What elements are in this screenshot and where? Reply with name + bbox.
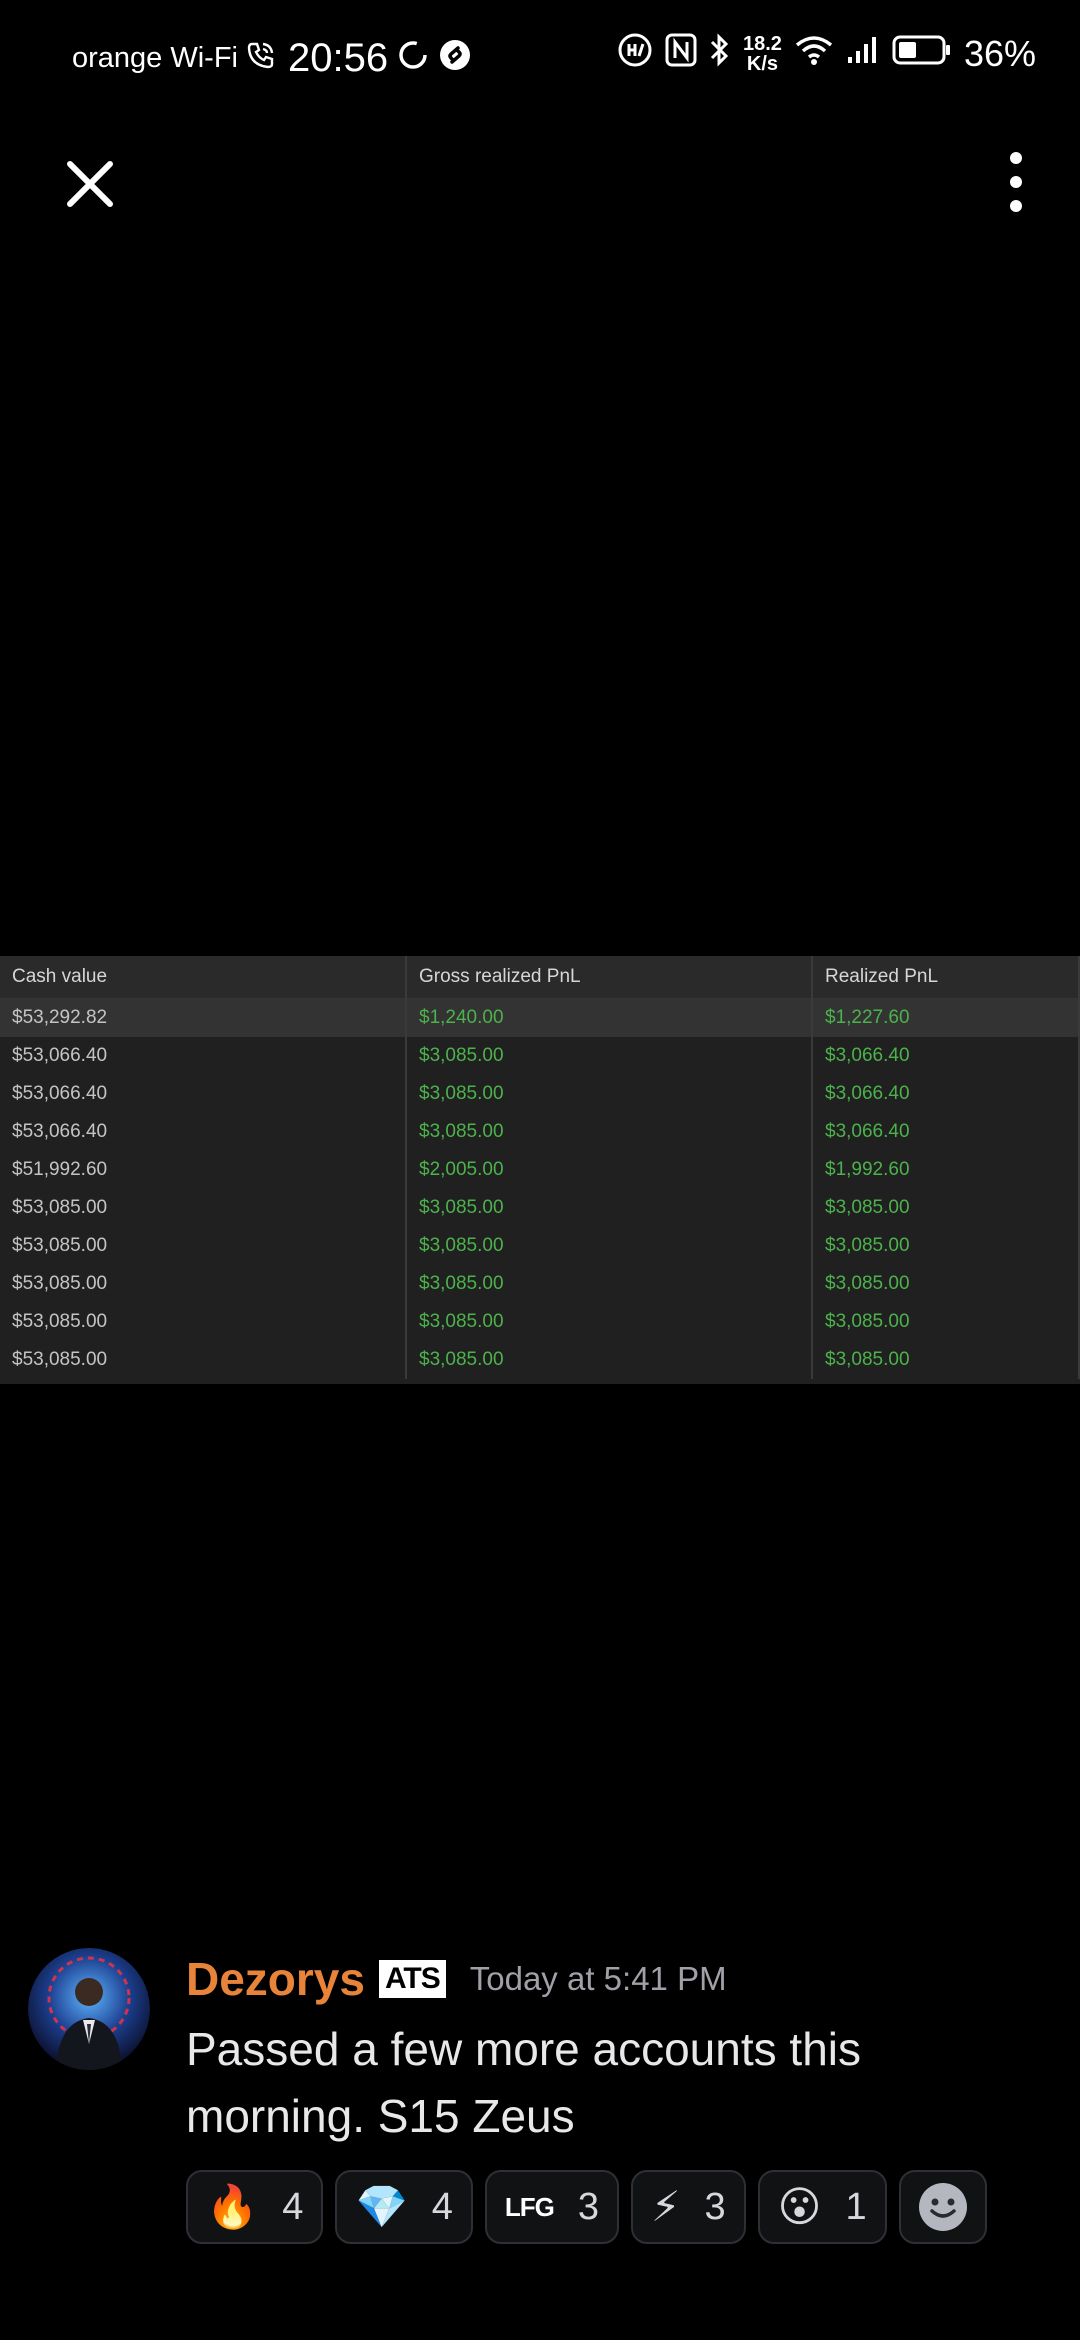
reaction-count: 4 — [282, 2185, 304, 2228]
table-row: $53,085.00 $3,085.00 $3,085.00 — [0, 1341, 1080, 1379]
cash-value-cell: $53,066.40 — [0, 1113, 407, 1151]
realized-pnl-cell: $3,066.40 — [812, 1037, 1080, 1075]
realized-pnl-cell: $3,085.00 — [812, 1303, 1080, 1341]
clock: 20:56 — [288, 36, 389, 80]
table-row: $53,085.00 $3,085.00 $3,085.00 — [0, 1303, 1080, 1341]
reaction-count: 1 — [845, 2185, 867, 2228]
table-row: $51,992.60 $2,005.00 $1,992.60 — [0, 1151, 1080, 1189]
realized-pnl-cell: $3,085.00 — [812, 1341, 1080, 1379]
reaction-count: 4 — [431, 2185, 453, 2228]
gross-pnl-cell: $3,085.00 — [406, 1341, 813, 1379]
reaction-green-gem[interactable]: 💎 4 — [335, 2170, 473, 2244]
network-speed-unit: K/s — [746, 53, 779, 75]
realized-pnl-cell: $1,227.60 — [812, 998, 1080, 1037]
realized-pnl-cell: $1,992.60 — [812, 1151, 1080, 1189]
status-bar: orange Wi-Fi 20:56 18.2 K/s 36% — [0, 0, 1080, 120]
table-row: $53,066.40 $3,085.00 $3,066.40 — [0, 1075, 1080, 1113]
realized-pnl-cell: $3,085.00 — [812, 1265, 1080, 1303]
cell-signal-icon — [846, 35, 880, 73]
reaction-count: 3 — [704, 2185, 726, 2228]
more-options-button[interactable] — [988, 150, 1044, 214]
cash-value-cell: $51,992.60 — [0, 1151, 407, 1189]
cash-value-cell: $53,085.00 — [0, 1189, 407, 1227]
table-row: $53,066.40 $3,085.00 $3,066.40 — [0, 1037, 1080, 1075]
fire-emoji-icon: 🔥 — [206, 2183, 259, 2230]
gross-pnl-cell: $1,240.00 — [406, 998, 813, 1037]
reaction-surprised[interactable]: 😮 1 — [757, 2170, 887, 2244]
reaction-count: 3 — [577, 2185, 600, 2228]
network-speed-value: 18.2 — [743, 33, 782, 55]
carrier-label: orange Wi-Fi — [72, 42, 238, 74]
gross-pnl-cell: $3,085.00 — [406, 1037, 813, 1075]
more-vertical-icon — [1010, 152, 1022, 212]
header-gross-realized-pnl: Gross realized PnL — [406, 956, 813, 999]
realized-pnl-cell: $3,085.00 — [812, 1227, 1080, 1265]
wifi-icon — [794, 33, 834, 75]
username[interactable]: Dezorys — [186, 1952, 365, 2006]
data-saver-icon — [617, 32, 653, 76]
network-speed: 18.2 K/s — [743, 34, 782, 74]
add-reaction-smiley-icon — [918, 2183, 967, 2231]
gross-pnl-cell: $3,085.00 — [406, 1303, 813, 1341]
lightning-emoji-icon: ⚡ — [651, 2183, 681, 2230]
table-row: $53,085.00 $3,085.00 $3,085.00 — [0, 1189, 1080, 1227]
shazam-icon — [438, 38, 472, 80]
wifi-calling-icon — [246, 40, 276, 78]
nfc-icon — [665, 33, 697, 75]
lfg-emoji-icon: LFG — [504, 2192, 555, 2222]
table-row: $53,085.00 $3,085.00 $3,085.00 — [0, 1227, 1080, 1265]
green-gem-emoji-icon: 💎 — [355, 2183, 408, 2230]
bluetooth-icon — [709, 33, 731, 75]
surprised-face-emoji-icon: 😮 — [777, 2183, 822, 2230]
close-icon — [67, 161, 113, 207]
avatar[interactable] — [28, 1948, 150, 2070]
battery-icon — [892, 34, 952, 74]
cash-value-cell: $53,085.00 — [0, 1227, 407, 1265]
attachment-image[interactable]: Cash value Gross realized PnL Realized P… — [0, 956, 1080, 1384]
user-avatar-image — [28, 1948, 150, 2070]
battery-percent: 36% — [963, 33, 1036, 74]
gross-pnl-cell: $3,085.00 — [406, 1189, 813, 1227]
reaction-fire[interactable]: 🔥 4 — [186, 2170, 324, 2244]
gross-pnl-cell: $2,005.00 — [406, 1151, 813, 1189]
gross-pnl-cell: $3,085.00 — [406, 1113, 813, 1151]
message-text-line: morning. S15 Zeus — [186, 2090, 575, 2142]
realized-pnl-cell: $3,066.40 — [812, 1113, 1080, 1151]
server-tag-badge[interactable]: ATS — [378, 1960, 446, 1998]
close-button[interactable] — [62, 156, 118, 212]
table-row: $53,085.00 $3,085.00 $3,085.00 — [0, 1265, 1080, 1303]
reactions-bar: 🔥 4 💎 4 LFG 3 ⚡ 3 😮 1 — [186, 2170, 987, 2244]
table-header-row: Cash value Gross realized PnL Realized P… — [0, 956, 1080, 999]
realized-pnl-cell: $3,066.40 — [812, 1075, 1080, 1113]
message-text: Passed a few more accounts this morning.… — [186, 2016, 1046, 2150]
cash-value-cell: $53,085.00 — [0, 1303, 407, 1341]
table-row: $53,066.40 $3,085.00 $3,066.40 — [0, 1113, 1080, 1151]
cash-value-cell: $53,066.40 — [0, 1037, 407, 1075]
add-reaction-button[interactable] — [898, 2170, 987, 2244]
table-row: $53,292.82 $1,240.00 $1,227.60 — [0, 998, 1080, 1037]
reaction-lightning[interactable]: ⚡ 3 — [631, 2170, 746, 2244]
header-realized-pnl: Realized PnL — [812, 956, 1080, 999]
cash-value-cell: $53,292.82 — [0, 998, 407, 1037]
realized-pnl-cell: $3,085.00 — [812, 1189, 1080, 1227]
gross-pnl-cell: $3,085.00 — [406, 1227, 813, 1265]
cash-value-cell: $53,085.00 — [0, 1341, 407, 1379]
message-header: Dezorys ATS Today at 5:41 PM — [186, 1952, 727, 2006]
loading-ring-icon — [396, 38, 430, 80]
message-text-line: Passed a few more accounts this — [186, 2023, 861, 2075]
header-cash-value: Cash value — [0, 956, 407, 999]
gross-pnl-cell: $3,085.00 — [406, 1265, 813, 1303]
cash-value-cell: $53,085.00 — [0, 1265, 407, 1303]
message-timestamp: Today at 5:41 PM — [469, 1960, 727, 1997]
pnl-table: Cash value Gross realized PnL Realized P… — [0, 956, 1080, 1379]
reaction-lfg[interactable]: LFG 3 — [484, 2170, 620, 2244]
cash-value-cell: $53,066.40 — [0, 1075, 407, 1113]
gross-pnl-cell: $3,085.00 — [406, 1075, 813, 1113]
